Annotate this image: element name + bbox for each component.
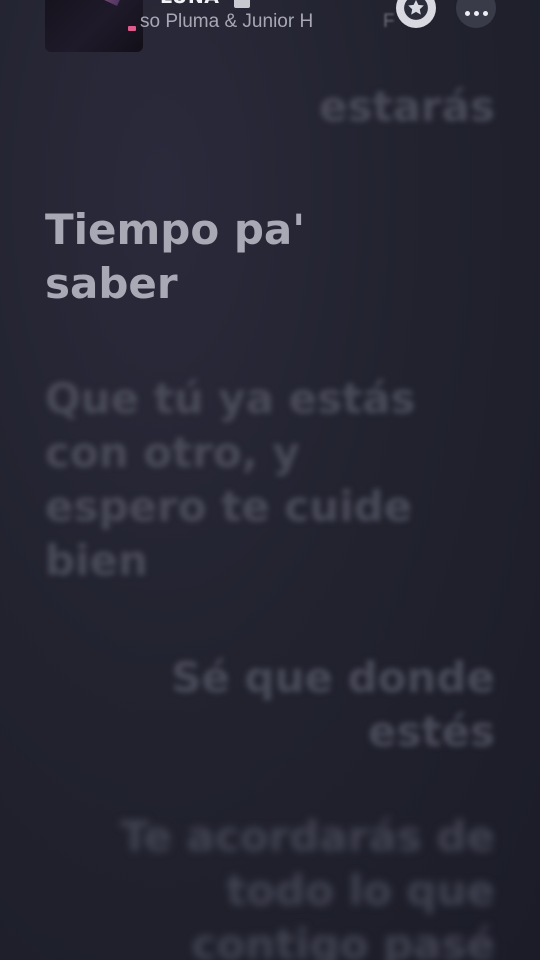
lyric-line-current[interactable]: Tiempo pa' saber — [45, 203, 345, 311]
faded-header-text: F — [383, 11, 395, 32]
lyric-line-upcoming[interactable]: Sé que donde estés — [155, 651, 495, 759]
album-artwork[interactable] — [45, 0, 143, 52]
lyric-line-upcoming[interactable]: Que tú ya estás con otro, y espero te cu… — [45, 372, 425, 588]
lyric-line-upcoming[interactable]: Te acordarás de todo lo que contigo pasé — [95, 810, 495, 960]
artwork-label-mark — [128, 26, 136, 31]
song-artist[interactable]: so Pluma & Junior H — [140, 11, 350, 33]
lyric-line-past[interactable]: estarás — [55, 80, 495, 134]
artwork-graphic — [80, 0, 122, 6]
song-title[interactable]: LUNA — [160, 0, 219, 8]
explicit-badge-icon — [234, 0, 250, 8]
ellipsis-icon — [464, 10, 488, 16]
now-playing-header: LUNA so Pluma & Junior H F — [0, 0, 540, 60]
star-icon — [404, 0, 428, 20]
favorite-button[interactable] — [396, 0, 436, 28]
more-options-button[interactable] — [456, 0, 496, 28]
